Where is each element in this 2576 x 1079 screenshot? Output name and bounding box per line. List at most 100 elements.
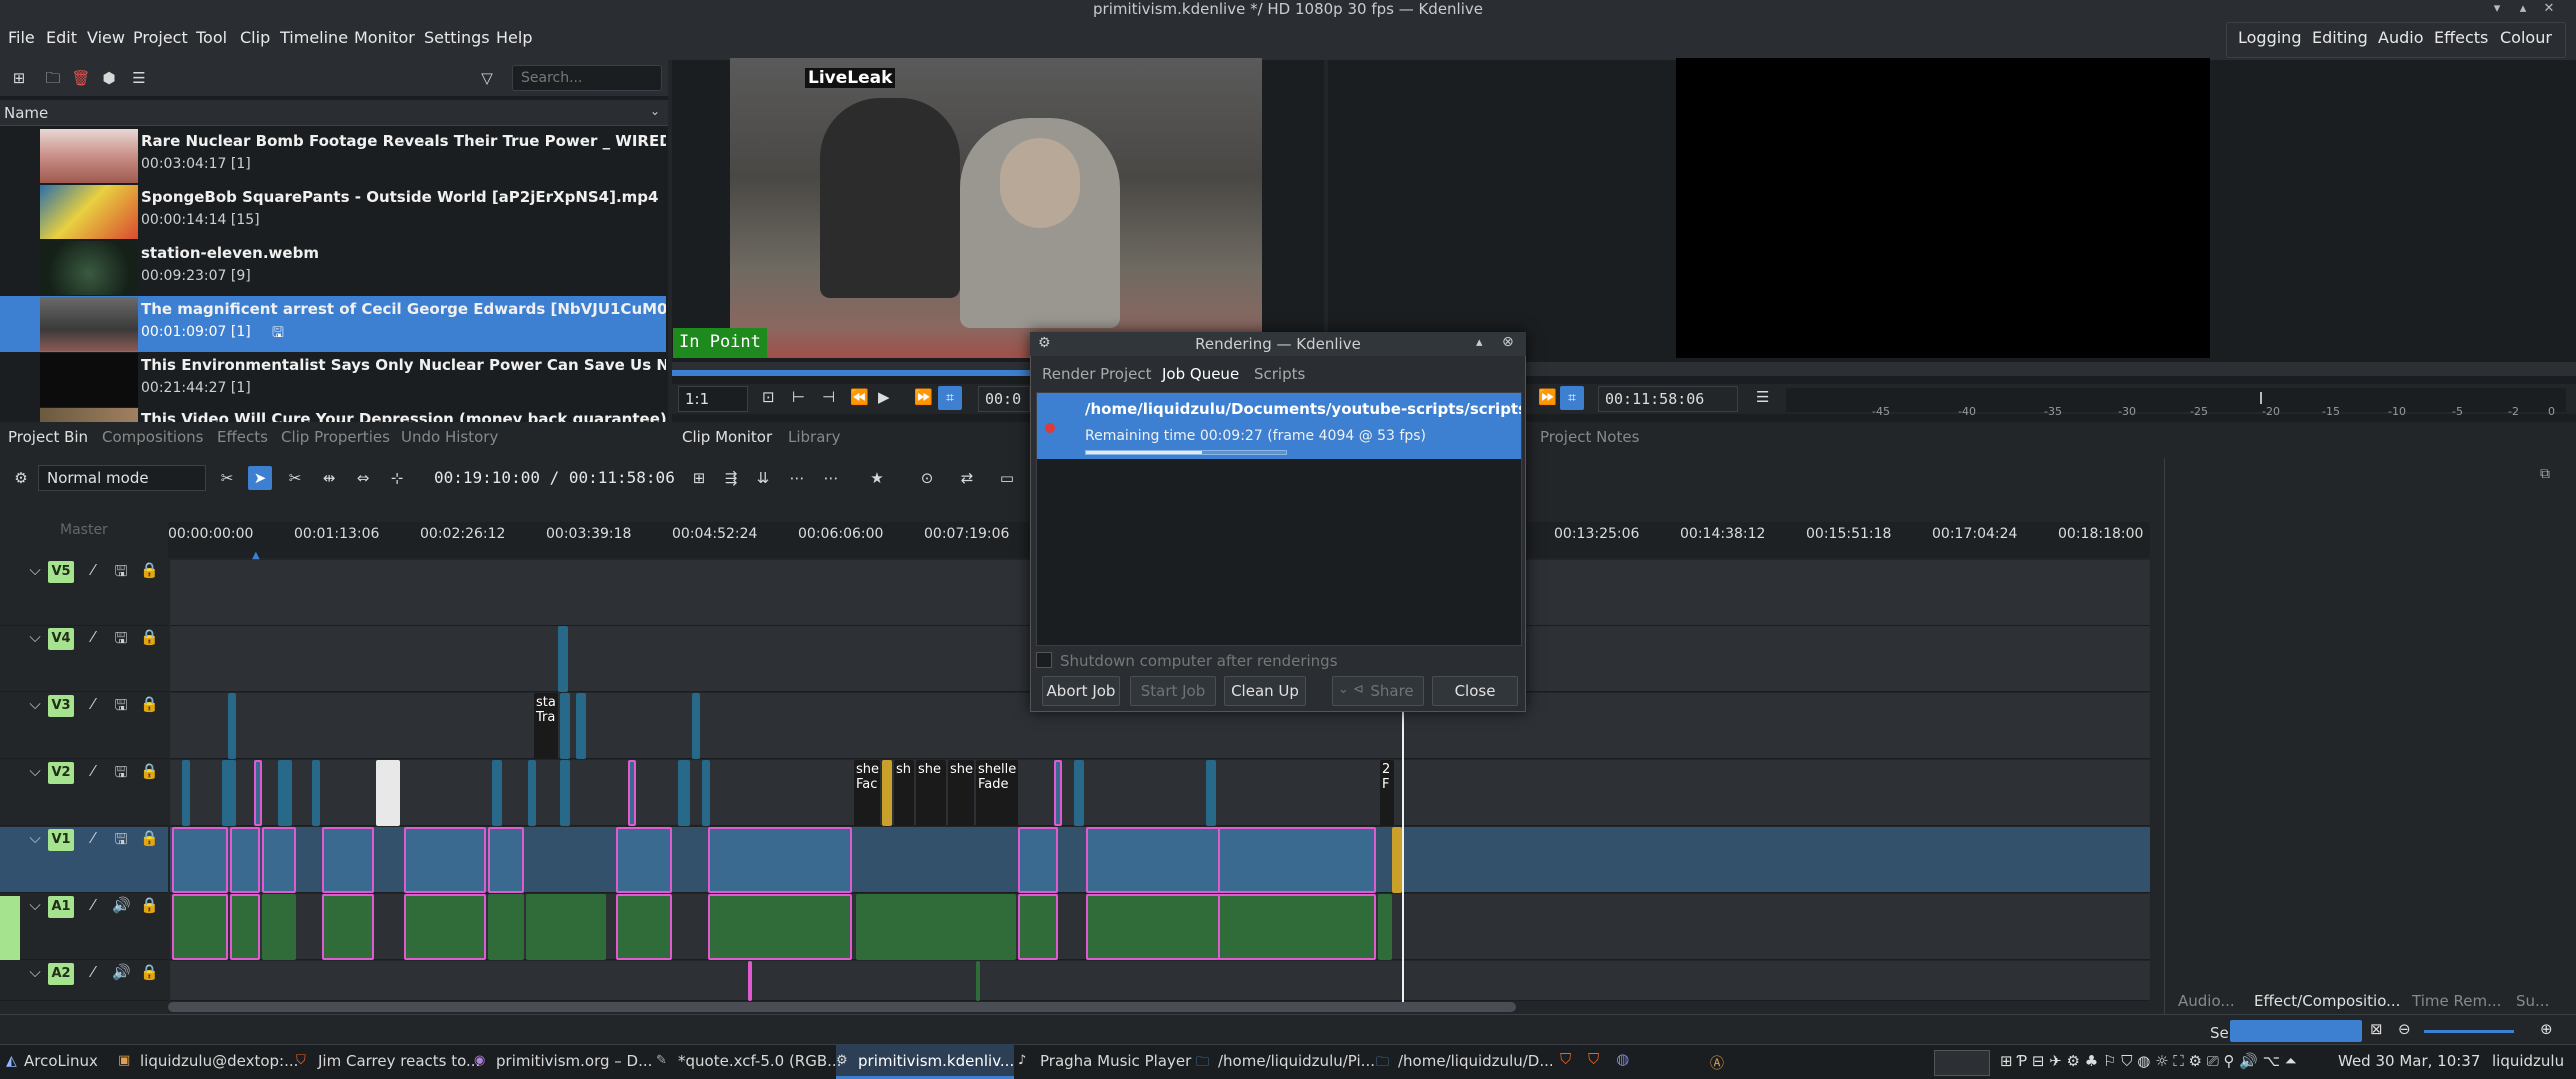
menu-view[interactable]: View [87,28,125,47]
zoom-select[interactable]: 1:1 [678,386,748,412]
monitor-menu-icon[interactable]: ☰ [1756,388,1769,406]
timeline-clip[interactable] [488,827,524,893]
track-tag-v4[interactable]: V4 [48,628,74,650]
collapse-icon[interactable]: ⌵ [26,829,44,847]
bin-item[interactable]: This Video Will Cure Your Depression (mo… [0,408,666,422]
tab-library[interactable]: Library [788,428,840,446]
track-tag-v3[interactable]: V3 [48,695,74,717]
timeline-clip[interactable] [228,693,236,759]
tab-audio[interactable]: Audio... [2178,992,2235,1010]
spacer-icon[interactable]: ⇹ [316,466,342,490]
tab-project-bin[interactable]: Project Bin [8,428,88,446]
effects-icon[interactable]: ⁄ [84,829,102,847]
timeline-clip[interactable] [560,760,570,826]
timeline-scrollbar[interactable] [168,1002,1516,1012]
folder-icon[interactable]: 🗀 [40,66,66,90]
close-button[interactable]: Close [1432,676,1518,706]
task-item-active[interactable]: primitivism.kdenliv... [858,1052,1014,1070]
effects-icon[interactable]: ⁄ [84,762,102,780]
hide-track-icon[interactable]: 🖫 [112,762,130,787]
menu-help[interactable]: Help [496,28,532,47]
timeline-clip[interactable] [692,693,700,759]
thumbnails-icon[interactable]: ▭ [994,466,1020,490]
track-tag-a2[interactable]: A2 [48,963,74,985]
start-job-button[interactable]: Start Job [1130,676,1216,706]
menu-project[interactable]: Project [133,28,188,47]
minimize-icon[interactable]: ▾ [2486,0,2508,18]
abort-job-button[interactable]: Abort Job [1042,676,1120,706]
collapse-icon[interactable]: ⌵ [26,762,44,780]
timeline-clip[interactable] [278,760,292,826]
audio-clip[interactable] [322,894,374,960]
zoom-out-icon[interactable]: ⊖ [2398,1020,2411,1038]
timeline-clip[interactable] [560,693,570,759]
zoom-fit-icon[interactable]: ⊠ [2370,1020,2383,1038]
collapse-icon[interactable]: ⌵ [26,896,44,914]
zone-icon[interactable]: ⊞ [686,466,712,490]
tab-undo-history[interactable]: Undo History [401,428,498,446]
timeline-title-clip[interactable]: she [948,760,974,826]
project-monitor-video[interactable] [1676,58,2210,358]
timeline-clip[interactable] [576,693,586,759]
audio-clip[interactable] [404,894,486,960]
brave-icon[interactable]: ⛉ [1560,1050,1571,1068]
snap-icon[interactable]: ⊙ [914,466,940,490]
timeline-image-clip[interactable] [376,760,400,826]
lock-icon[interactable]: 🔒 [140,762,159,780]
task-item[interactable]: primitivism.org – D... [496,1052,652,1070]
track-tag-a1[interactable]: A1 [48,896,74,918]
bin-item[interactable]: Rare Nuclear Bomb Footage Reveals Their … [0,128,666,184]
zoom-slider[interactable] [2424,1030,2514,1033]
timeline-title-clip[interactable]: 2 F [1380,760,1394,826]
arcolinux-icon[interactable]: ◭ [6,1053,17,1069]
restore-icon[interactable]: ▴ [2512,0,2534,18]
tab-effect-composition[interactable]: Effect/Compositio... [2254,992,2400,1010]
cut-icon[interactable]: ✂ [282,466,308,490]
zoom-in-icon[interactable]: ⊕ [2540,1020,2553,1038]
timeline-title-clip[interactable]: shelle Fade [976,760,1018,826]
menu-edit[interactable]: Edit [46,28,77,47]
tab-clip-monitor[interactable]: Clip Monitor [682,428,772,446]
lock-icon[interactable]: 🔒 [140,829,159,847]
bin-item[interactable]: station-eleven.webm 00:09:23:07 [9] [0,240,666,296]
tab-scripts[interactable]: Scripts [1254,365,1305,383]
lock-icon[interactable]: 🔒 [140,695,159,713]
collapse-icon[interactable]: ⌵ [26,561,44,579]
audio-clip[interactable] [488,894,524,960]
menu-file[interactable]: File [8,28,35,47]
mute-icon[interactable]: 🔊 [112,963,131,981]
effects-icon[interactable]: ⁄ [84,561,102,579]
menu-tool[interactable]: Tool [196,28,227,47]
audio-clip[interactable] [976,961,980,1001]
task-item[interactable]: liquidzulu@dextop:... [140,1052,298,1070]
clean-up-button[interactable]: Clean Up [1224,676,1306,706]
lift-icon[interactable]: ⋯ [784,466,810,490]
track-a2[interactable] [170,961,2150,1001]
audio-clip[interactable] [1086,894,1220,960]
lock-icon[interactable]: 🔒 [140,628,159,646]
tab-effects[interactable]: Effects [217,428,268,446]
close-icon[interactable]: ⊗ [1502,334,1514,350]
layout-audio[interactable]: Audio [2378,28,2423,47]
forward-icon[interactable]: ⏩ [914,388,933,406]
task-item[interactable]: Jim Carrey reacts to... [318,1052,480,1070]
menu-settings[interactable]: Settings [424,28,490,47]
timeline-clip[interactable] [1074,760,1084,826]
audio-clip[interactable] [526,894,606,960]
timeline-clip[interactable] [1218,827,1376,893]
timeline-title-clip[interactable]: sh [894,760,914,826]
close-icon[interactable]: ✕ [2538,0,2560,18]
timeline-clip[interactable] [254,760,262,826]
timeline-clip[interactable] [1086,827,1220,893]
menu-monitor[interactable]: Monitor [354,28,415,47]
timeline-clip[interactable] [172,827,228,893]
timeline-clip[interactable] [702,760,710,826]
timeline-settings-icon[interactable]: ⚙ [8,466,34,490]
track-tag-v2[interactable]: V2 [48,762,74,784]
timeline-clip[interactable] [262,827,296,893]
timeline-clip[interactable] [222,760,236,826]
favorite-icon[interactable]: ★ [864,466,890,490]
loop-zone-icon[interactable]: ⌗ [1560,386,1584,410]
user-name[interactable]: liquidzulu [2492,1052,2564,1070]
mixer-icon[interactable]: ⇄ [954,466,980,490]
